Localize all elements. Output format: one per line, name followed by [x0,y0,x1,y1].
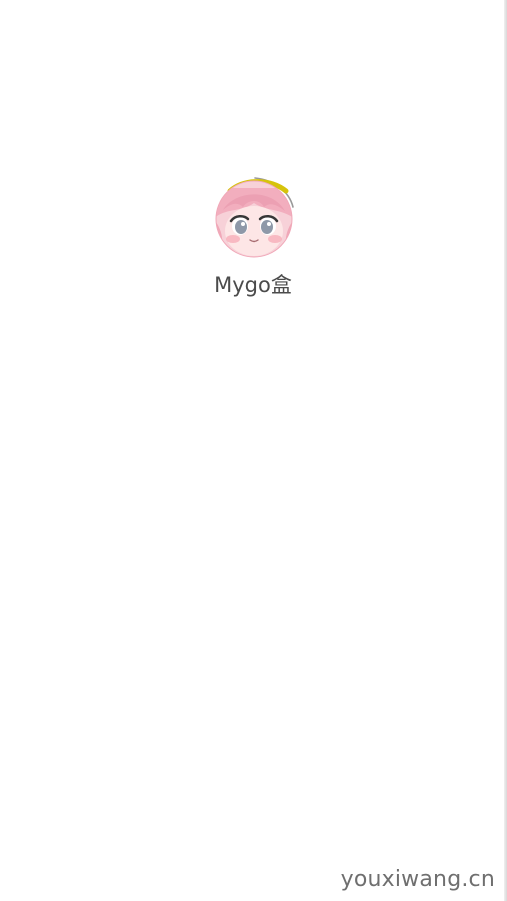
home-screen: Mygo盒 youxiwang.cn [0,0,507,901]
app-shortcut-mygo[interactable]: Mygo盒 [203,168,303,303]
watermark-text: youxiwang.cn [340,867,495,892]
app-label: Mygo盒 [214,273,292,297]
anime-girl-avatar-icon[interactable] [213,176,295,258]
